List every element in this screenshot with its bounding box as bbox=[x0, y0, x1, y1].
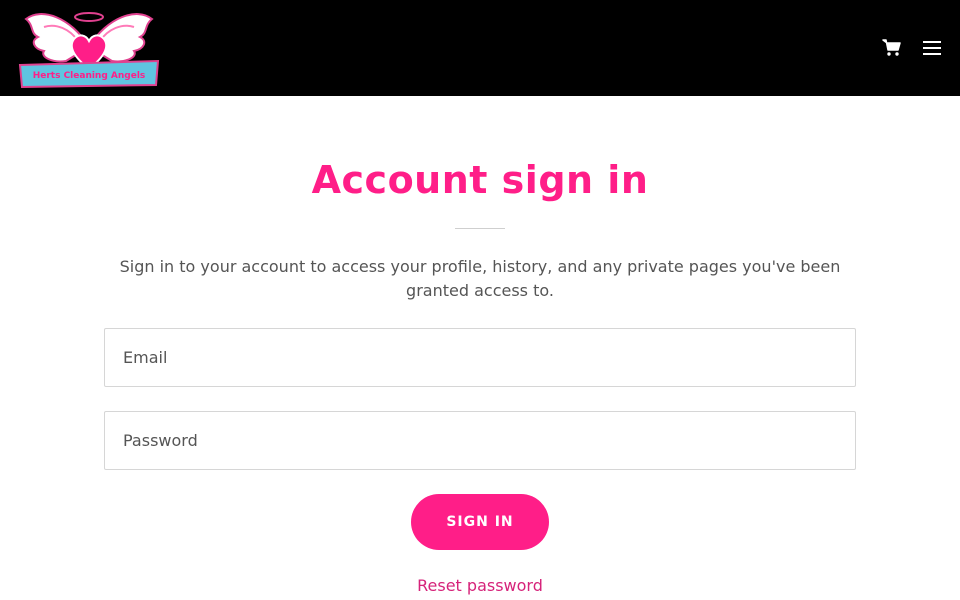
password-field[interactable] bbox=[121, 430, 839, 451]
cart-icon[interactable] bbox=[882, 38, 902, 58]
site-header: Herts Cleaning Angels bbox=[0, 0, 960, 96]
hamburger-menu-icon[interactable] bbox=[922, 38, 942, 58]
logo-text: Herts Cleaning Angels bbox=[33, 71, 146, 81]
sign-in-button[interactable]: SIGN IN bbox=[411, 494, 549, 550]
password-field-container bbox=[104, 411, 856, 470]
reset-password-link[interactable]: Reset password bbox=[417, 576, 543, 595]
email-field-container bbox=[104, 328, 856, 387]
page-subtitle: Sign in to your account to access your p… bbox=[119, 257, 841, 300]
site-logo[interactable]: Herts Cleaning Angels bbox=[16, 7, 162, 89]
header-actions bbox=[882, 38, 942, 58]
email-field[interactable] bbox=[121, 347, 839, 368]
page-title: Account sign in bbox=[311, 158, 649, 202]
signin-section: Account sign in Sign in to your account … bbox=[0, 158, 960, 595]
title-divider bbox=[455, 228, 505, 229]
